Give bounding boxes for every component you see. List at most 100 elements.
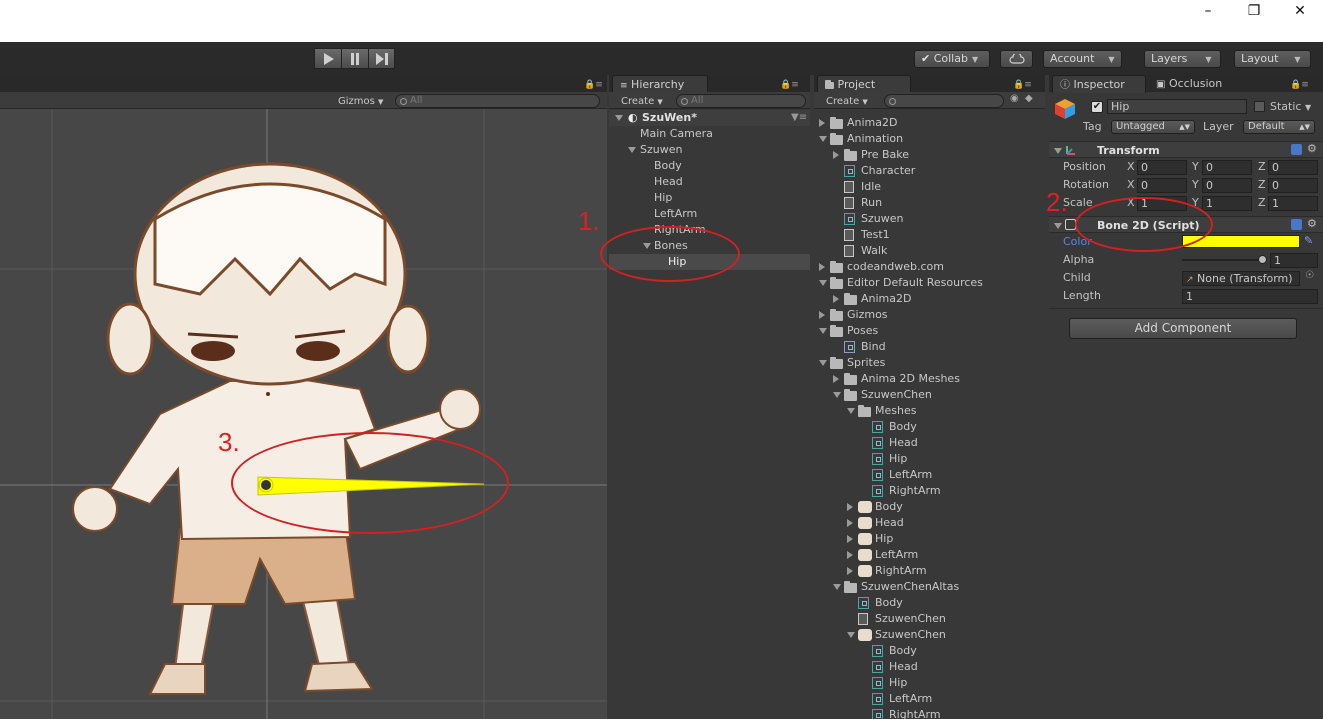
- layout-dropdown[interactable]: Layout ▼: [1234, 50, 1311, 68]
- hierarchy-item[interactable]: Head: [654, 174, 683, 190]
- project-item[interactable]: Meshes: [875, 403, 916, 419]
- cloud-button[interactable]: [1000, 50, 1033, 68]
- project-item[interactable]: Animation: [847, 131, 903, 147]
- lock-icon[interactable]: 🔒≡: [780, 80, 799, 90]
- foldout-icon[interactable]: [628, 147, 636, 153]
- scale-y-field[interactable]: 1: [1202, 196, 1252, 211]
- object-picker-icon[interactable]: ☉: [1305, 270, 1314, 281]
- tag-dropdown[interactable]: Untagged ▲▼: [1111, 120, 1195, 134]
- project-item[interactable]: Hip: [875, 531, 893, 547]
- tab-occlusion[interactable]: ▣ Occlusion: [1156, 77, 1222, 90]
- foldout-icon[interactable]: [847, 632, 855, 638]
- project-item[interactable]: Idle: [861, 179, 881, 195]
- lock-icon[interactable]: 🔒≡: [584, 80, 603, 90]
- alpha-field[interactable]: 1: [1270, 253, 1318, 268]
- transform-header[interactable]: Transform ⚙: [1049, 141, 1323, 158]
- project-item[interactable]: Body: [889, 643, 917, 659]
- foldout-icon[interactable]: [847, 503, 853, 511]
- project-item[interactable]: SzuwenChenAltas: [861, 579, 959, 595]
- add-component-button[interactable]: Add Component: [1069, 318, 1297, 339]
- account-dropdown[interactable]: Account ▼: [1043, 50, 1122, 68]
- foldout-icon[interactable]: [819, 360, 827, 366]
- project-item[interactable]: Sprites: [847, 355, 885, 371]
- project-item[interactable]: codeandweb.com: [847, 259, 944, 275]
- rotation-y-field[interactable]: 0: [1202, 178, 1252, 193]
- hierarchy-item[interactable]: Hip: [654, 190, 672, 206]
- project-item[interactable]: RightArm: [889, 483, 941, 499]
- project-item[interactable]: Body: [875, 595, 903, 611]
- gear-icon[interactable]: ⚙: [1307, 217, 1317, 230]
- hierarchy-create-dropdown[interactable]: Create ▼: [621, 94, 663, 109]
- project-item[interactable]: Test1: [861, 227, 890, 243]
- foldout-icon[interactable]: [833, 151, 839, 159]
- project-item[interactable]: Anima2D: [861, 291, 911, 307]
- hierarchy-item[interactable]: LeftArm: [654, 206, 697, 222]
- project-item[interactable]: Bind: [861, 339, 886, 355]
- project-item[interactable]: Pre Bake: [861, 147, 909, 163]
- project-search-input[interactable]: [884, 94, 1004, 108]
- play-button[interactable]: [314, 48, 341, 69]
- project-item[interactable]: LeftArm: [875, 547, 918, 563]
- object-name-field[interactable]: Hip: [1107, 99, 1247, 114]
- project-item[interactable]: Gizmos: [847, 307, 888, 323]
- tab-hierarchy[interactable]: ≡ Hierarchy: [612, 75, 708, 93]
- hierarchy-item[interactable]: Body: [654, 158, 682, 174]
- project-item[interactable]: LeftArm: [889, 467, 932, 483]
- project-item[interactable]: Hip: [889, 451, 907, 467]
- layers-dropdown[interactable]: Layers ▼: [1144, 50, 1221, 68]
- hierarchy-item[interactable]: Main Camera: [640, 126, 713, 142]
- filter-type-icon[interactable]: ◉: [1010, 93, 1019, 104]
- project-item[interactable]: Run: [861, 195, 882, 211]
- foldout-icon[interactable]: [819, 263, 825, 271]
- foldout-icon[interactable]: [833, 392, 841, 398]
- lock-icon[interactable]: 🔒≡: [1013, 80, 1032, 90]
- foldout-icon[interactable]: [1054, 148, 1062, 154]
- project-item[interactable]: LeftArm: [889, 691, 932, 707]
- foldout-icon[interactable]: [819, 136, 827, 142]
- project-item[interactable]: RightArm: [889, 707, 941, 719]
- project-item[interactable]: RightArm: [875, 563, 927, 579]
- minimize-button[interactable]: –: [1185, 0, 1231, 22]
- gizmos-dropdown[interactable]: Gizmos ▼: [338, 94, 383, 109]
- rotation-x-field[interactable]: 0: [1137, 178, 1187, 193]
- tab-inspector[interactable]: ⓘ Inspector: [1052, 75, 1146, 93]
- options-icon[interactable]: ▼≡: [791, 110, 807, 126]
- project-item[interactable]: Head: [889, 435, 918, 451]
- rotation-z-field[interactable]: 0: [1268, 178, 1318, 193]
- foldout-icon[interactable]: [847, 519, 853, 527]
- foldout-icon[interactable]: [819, 328, 827, 334]
- foldout-icon[interactable]: [847, 535, 853, 543]
- foldout-icon[interactable]: [819, 119, 825, 127]
- foldout-icon[interactable]: [833, 375, 839, 383]
- hierarchy-search-input[interactable]: All: [676, 94, 806, 108]
- foldout-icon[interactable]: [1054, 223, 1062, 229]
- lock-icon[interactable]: 🔒≡: [1290, 80, 1309, 90]
- static-checkbox[interactable]: [1254, 101, 1265, 112]
- gear-icon[interactable]: ⚙: [1307, 142, 1317, 155]
- foldout-icon[interactable]: [819, 280, 827, 286]
- alpha-slider-thumb[interactable]: [1258, 255, 1267, 264]
- project-item[interactable]: Editor Default Resources: [847, 275, 983, 291]
- project-item[interactable]: Szuwen: [861, 211, 903, 227]
- active-checkbox[interactable]: ✔: [1091, 101, 1103, 113]
- project-item[interactable]: Body: [889, 419, 917, 435]
- close-button[interactable]: ✕: [1277, 0, 1323, 22]
- alpha-slider-track[interactable]: [1182, 259, 1266, 261]
- project-item[interactable]: Character: [861, 163, 915, 179]
- scale-z-field[interactable]: 1: [1268, 196, 1318, 211]
- step-button[interactable]: [368, 48, 395, 69]
- project-item[interactable]: Head: [889, 659, 918, 675]
- project-item[interactable]: SzuwenChen: [875, 627, 946, 643]
- child-object-field[interactable]: ↗ None (Transform): [1182, 271, 1300, 286]
- scene-search-input[interactable]: All: [395, 94, 600, 108]
- eyedropper-icon[interactable]: ✎: [1304, 234, 1313, 247]
- foldout-icon[interactable]: [847, 551, 853, 559]
- foldout-icon[interactable]: [819, 311, 825, 319]
- filter-label-icon[interactable]: ◆: [1025, 93, 1033, 104]
- hierarchy-item[interactable]: Szuwen: [640, 142, 682, 158]
- tab-project[interactable]: Project: [817, 75, 911, 93]
- scene-canvas[interactable]: [0, 109, 607, 719]
- foldout-icon[interactable]: [833, 295, 839, 303]
- help-icon[interactable]: [1291, 219, 1302, 230]
- project-item[interactable]: Poses: [847, 323, 878, 339]
